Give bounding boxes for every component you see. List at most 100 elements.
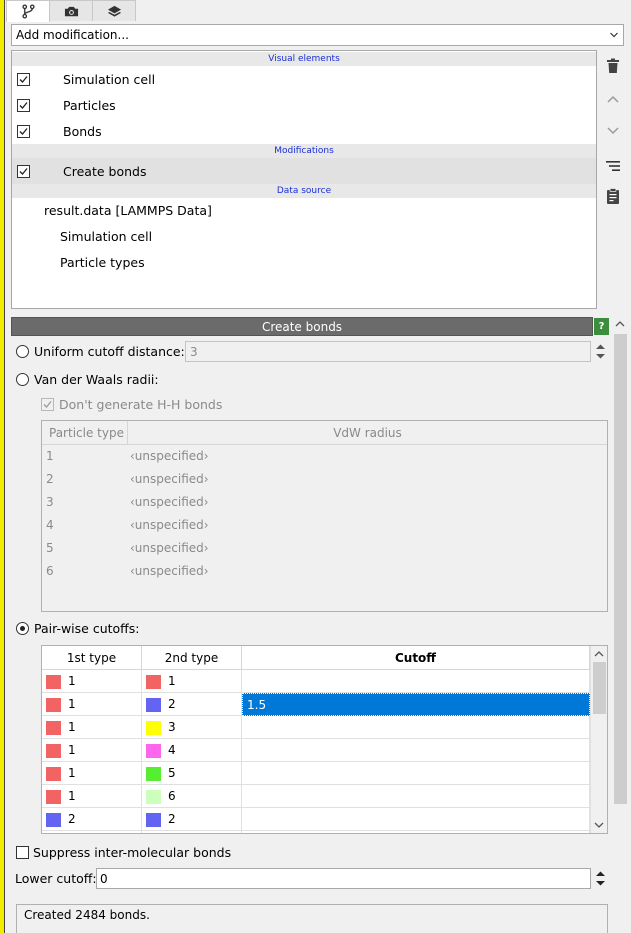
uniform-cutoff-radio[interactable]	[16, 345, 29, 358]
lower-cutoff-value: 0	[100, 872, 108, 886]
column-header-cutoff[interactable]: Cutoff	[242, 646, 590, 670]
table-row[interactable]: 16	[42, 785, 590, 808]
second-type-cell[interactable]: 3	[142, 831, 242, 833]
second-type-cell[interactable]: 4	[142, 739, 242, 762]
column-header-vdw-radius[interactable]: VdW radius	[128, 421, 607, 445]
first-type-cell[interactable]: 1	[42, 693, 142, 716]
checkmark-icon	[19, 101, 28, 109]
type-color-swatch	[146, 767, 161, 781]
second-type-cell[interactable]: 3	[142, 716, 242, 739]
data-source-file[interactable]: result.data [LAMMPS Data]	[44, 203, 212, 218]
second-type-cell[interactable]: 1	[142, 670, 242, 693]
move-down-button[interactable]	[601, 118, 625, 142]
copy-button[interactable]	[601, 184, 625, 208]
cutoff-cell[interactable]	[242, 831, 590, 833]
column-header-particle-type[interactable]: Particle type	[42, 421, 128, 445]
arrow-up-icon	[607, 95, 619, 103]
hh-bonds-checkbox[interactable]	[41, 398, 54, 411]
cutoff-cell[interactable]	[242, 808, 590, 831]
panel-scroll-thumb[interactable]	[614, 334, 627, 804]
cutoff-cell[interactable]	[242, 670, 590, 693]
table-row[interactable]: 3 ‹unspecified›	[42, 491, 607, 514]
particle-type-cell: 5	[46, 541, 54, 555]
second-type-cell[interactable]: 2	[142, 808, 242, 831]
vdw-radius-table[interactable]: Particle type VdW radius 1 ‹unspecified› …	[41, 420, 608, 612]
column-header-second-type[interactable]: 2nd type	[142, 646, 242, 670]
delete-button[interactable]	[601, 54, 625, 78]
type-label: 1	[68, 789, 76, 803]
visibility-checkbox[interactable]	[17, 72, 30, 86]
cutoff-cell[interactable]	[242, 739, 590, 762]
pipeline-item-simulation-cell[interactable]: Simulation cell	[12, 66, 596, 92]
move-up-button[interactable]	[601, 88, 625, 112]
table-row[interactable]: 23	[42, 831, 590, 833]
tab-overlays[interactable]	[92, 0, 136, 21]
tab-render[interactable]	[49, 0, 93, 21]
type-label: 3	[168, 831, 176, 833]
uniform-cutoff-input[interactable]: 3	[185, 341, 591, 362]
first-type-cell[interactable]: 2	[42, 808, 142, 831]
cutoff-cell[interactable]: 1.5	[242, 693, 590, 716]
pairwise-cutoff-table[interactable]: 1st type 2nd type Cutoff 1 1 1 2 1.5 1 3 1 4 1 5 1 6…	[41, 645, 608, 834]
pipeline-item-bonds[interactable]: Bonds	[12, 118, 596, 144]
lower-cutoff-spinner[interactable]	[594, 868, 607, 889]
uniform-cutoff-label: Uniform cutoff distance:	[34, 344, 185, 359]
table-row[interactable]: 13	[42, 716, 590, 739]
tab-pipeline[interactable]	[6, 0, 50, 22]
first-type-cell[interactable]: 1	[42, 739, 142, 762]
second-type-cell[interactable]: 6	[142, 785, 242, 808]
first-type-cell[interactable]: 2	[42, 831, 142, 833]
add-modification-label: Add modification...	[16, 28, 129, 42]
vdw-radii-radio[interactable]	[16, 373, 29, 386]
table-scroll-thumb[interactable]	[593, 662, 606, 714]
suppress-intermolecular-checkbox[interactable]	[16, 846, 29, 859]
second-type-cell[interactable]: 2	[142, 693, 242, 716]
manage-modifiers-button[interactable]	[601, 154, 625, 178]
pairwise-cutoffs-label: Pair-wise cutoffs:	[34, 621, 140, 636]
vdw-radii-label: Van der Waals radii:	[34, 372, 159, 387]
status-text: Created 2484 bonds.	[24, 908, 150, 922]
table-row[interactable]: 11	[42, 670, 590, 693]
pipeline-icon	[21, 4, 35, 19]
pipeline-item-particles[interactable]: Particles	[12, 92, 596, 118]
cutoff-cell[interactable]	[242, 785, 590, 808]
table-row[interactable]: 5 ‹unspecified›	[42, 537, 607, 560]
type-color-swatch	[46, 675, 61, 689]
cutoff-cell[interactable]	[242, 716, 590, 739]
table-row[interactable]: 6 ‹unspecified›	[42, 560, 607, 583]
table-row[interactable]: 2 ‹unspecified›	[42, 468, 607, 491]
type-label: 4	[168, 743, 176, 757]
pipeline-editor[interactable]: Visual elements Simulation cell Particle…	[11, 50, 597, 309]
add-modification-dropdown[interactable]: Add modification...	[11, 24, 624, 46]
lower-cutoff-input[interactable]: 0	[96, 868, 591, 889]
status-box: Created 2484 bonds.	[16, 904, 608, 933]
table-row[interactable]: 15	[42, 762, 590, 785]
table-scrollbar[interactable]	[590, 646, 607, 833]
first-type-cell[interactable]: 1	[42, 670, 142, 693]
table-row[interactable]: 22	[42, 808, 590, 831]
column-header-first-type[interactable]: 1st type	[42, 646, 142, 670]
pairwise-cutoffs-radio[interactable]	[16, 622, 29, 635]
panel-scrollbar[interactable]	[612, 317, 629, 933]
first-type-cell[interactable]: 1	[42, 785, 142, 808]
arrow-down-icon	[607, 127, 619, 135]
visibility-checkbox[interactable]	[17, 124, 30, 138]
data-source-particle-types[interactable]: Particle types	[60, 255, 145, 270]
table-row[interactable]: 14	[42, 739, 590, 762]
uniform-cutoff-spinner[interactable]	[594, 341, 607, 362]
visibility-checkbox[interactable]	[17, 98, 30, 112]
enabled-checkbox[interactable]	[17, 164, 30, 178]
type-label: 3	[168, 720, 176, 734]
first-type-cell[interactable]: 1	[42, 762, 142, 785]
table-row[interactable]: 1 ‹unspecified›	[42, 445, 607, 468]
first-type-cell[interactable]: 1	[42, 716, 142, 739]
table-row[interactable]: 4 ‹unspecified›	[42, 514, 607, 537]
vdw-radius-cell: ‹unspecified›	[130, 449, 209, 463]
second-type-cell[interactable]: 5	[142, 762, 242, 785]
pipeline-item-label: Bonds	[63, 123, 102, 139]
data-source-simulation-cell[interactable]: Simulation cell	[60, 229, 152, 244]
table-row[interactable]: 1 2 1.5	[42, 693, 590, 716]
cutoff-cell[interactable]	[242, 762, 590, 785]
pipeline-item-create-bonds[interactable]: Create bonds	[12, 158, 596, 184]
help-button[interactable]: ?	[594, 318, 609, 335]
